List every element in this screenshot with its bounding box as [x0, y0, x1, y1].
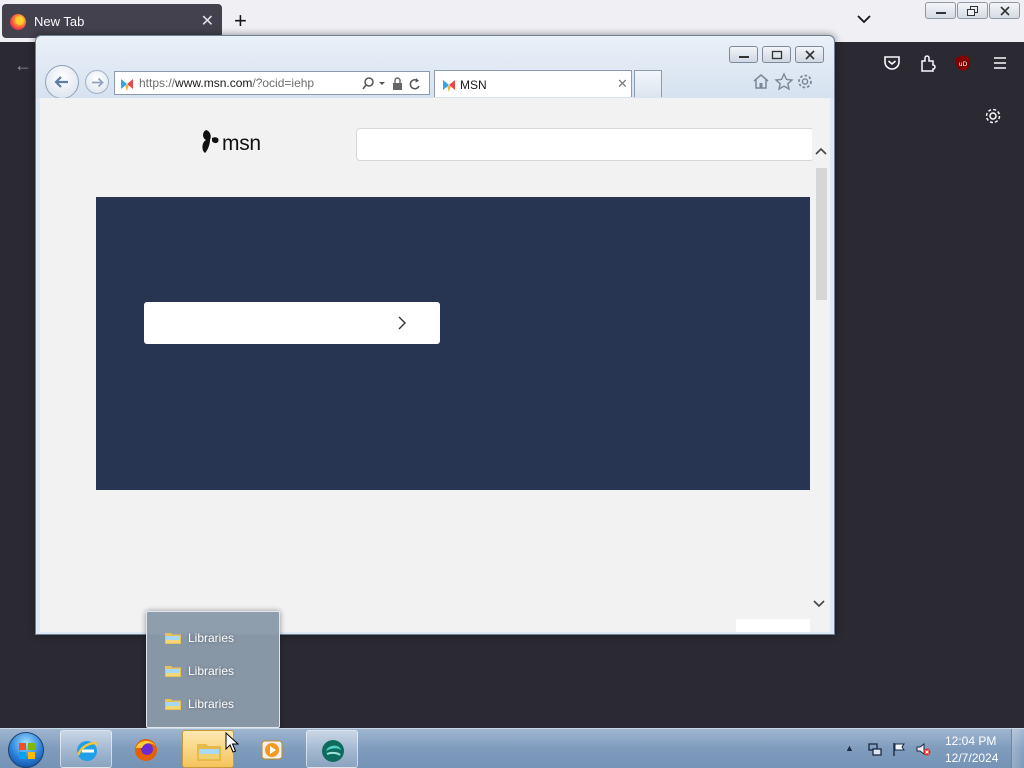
close-icon[interactable]: ✕ [201, 11, 214, 31]
url-text: https://www.msn.com/?ocid=iehp [139, 76, 315, 90]
scroll-up-icon[interactable] [814, 146, 828, 156]
ie-minimize-button[interactable] [729, 46, 758, 63]
close-icon[interactable]: ✕ [617, 76, 628, 92]
hamburger-menu-icon[interactable] [989, 52, 1011, 74]
folder-icon [197, 744, 221, 761]
list-item[interactable]: Libraries [165, 661, 265, 681]
action-center-flag-icon[interactable] [891, 741, 907, 757]
firefox-icon [135, 739, 157, 761]
volume-muted-icon[interactable] [915, 741, 931, 757]
new-tab-button[interactable]: + [234, 8, 247, 34]
gear-icon[interactable] [983, 106, 1003, 126]
firefox-tab-new-tab[interactable]: New Tab ✕ [2, 4, 222, 38]
forward-icon [92, 77, 104, 88]
windows-logo-icon [19, 743, 35, 759]
ie-command-icons [753, 72, 812, 91]
taskbar-media-player[interactable] [246, 730, 298, 768]
gear-icon[interactable] [798, 74, 812, 89]
tab-title: New Tab [34, 14, 85, 29]
ie-close-button[interactable] [795, 46, 824, 63]
extensions-icon[interactable] [917, 52, 939, 74]
taskbar-app[interactable] [306, 730, 358, 768]
vertical-scrollbar[interactable] [812, 98, 830, 632]
folder-icon [165, 633, 181, 644]
list-item[interactable]: Libraries [165, 694, 265, 714]
start-button[interactable] [8, 732, 44, 768]
lock-icon [393, 77, 402, 90]
taskbar-firefox[interactable] [120, 730, 172, 768]
restore-button[interactable] [957, 2, 988, 19]
forward-button[interactable] [85, 70, 109, 94]
list-item[interactable]: Libraries [165, 628, 265, 648]
hero-action-button[interactable] [144, 302, 440, 344]
chevron-right-icon [398, 316, 406, 330]
home-icon[interactable] [753, 74, 769, 89]
msn-logo[interactable]: msn [200, 128, 261, 159]
ie-restore-button[interactable] [762, 46, 791, 63]
taskbar-internet-explorer[interactable] [60, 730, 112, 768]
pocket-icon[interactable] [881, 52, 903, 74]
chevron-down-icon[interactable] [855, 10, 873, 28]
back-arrow-icon[interactable]: ← [14, 55, 32, 76]
search-input[interactable] [356, 128, 814, 161]
close-window-button[interactable] [989, 2, 1020, 19]
minimize-button[interactable] [925, 2, 956, 19]
network-icon[interactable] [867, 741, 883, 757]
internet-explorer-window: https://www.msn.com/?ocid=iehp MSN ✕ msn [35, 35, 835, 635]
msn-favicon [443, 80, 455, 92]
firefox-icon [10, 14, 26, 30]
hero-banner [96, 197, 810, 490]
msn-page: msn [40, 98, 830, 632]
clock-time[interactable]: 12:04 PM [945, 734, 996, 748]
clock-date[interactable]: 12/7/2024 [945, 751, 998, 765]
refresh-icon [409, 78, 420, 90]
feedback-tab[interactable] [736, 619, 810, 632]
taskbar: ▲ 12:04 PM 12/7/2024 [0, 728, 1024, 768]
back-button[interactable] [45, 65, 79, 99]
show-hidden-icons-button[interactable]: ▲ [845, 743, 854, 753]
search-icon [362, 77, 374, 90]
scroll-down-icon[interactable] [812, 599, 826, 609]
explorer-jump-list: Libraries Libraries Libraries [146, 611, 280, 728]
folder-icon [165, 699, 181, 710]
address-tools [362, 77, 420, 90]
show-desktop-button[interactable] [1011, 729, 1024, 768]
media-player-icon [261, 740, 283, 760]
tab-title: MSN [460, 78, 487, 92]
mouse-cursor-icon [225, 732, 239, 753]
app-icon [322, 740, 344, 762]
back-icon [54, 76, 68, 88]
msn-favicon [121, 79, 133, 91]
butterfly-icon [202, 130, 219, 153]
ie-new-tab-button[interactable] [634, 70, 662, 97]
svg-text:uD: uD [959, 61, 968, 68]
dropdown-icon [379, 82, 385, 85]
internet-explorer-icon [76, 741, 99, 761]
ie-tab-msn[interactable]: MSN ✕ [434, 70, 632, 97]
address-bar[interactable]: https://www.msn.com/?ocid=iehp [114, 71, 430, 95]
folder-icon [165, 666, 181, 677]
star-icon[interactable] [774, 72, 794, 91]
scroll-thumb[interactable] [816, 168, 827, 300]
ublock-icon[interactable]: uD [952, 52, 974, 74]
